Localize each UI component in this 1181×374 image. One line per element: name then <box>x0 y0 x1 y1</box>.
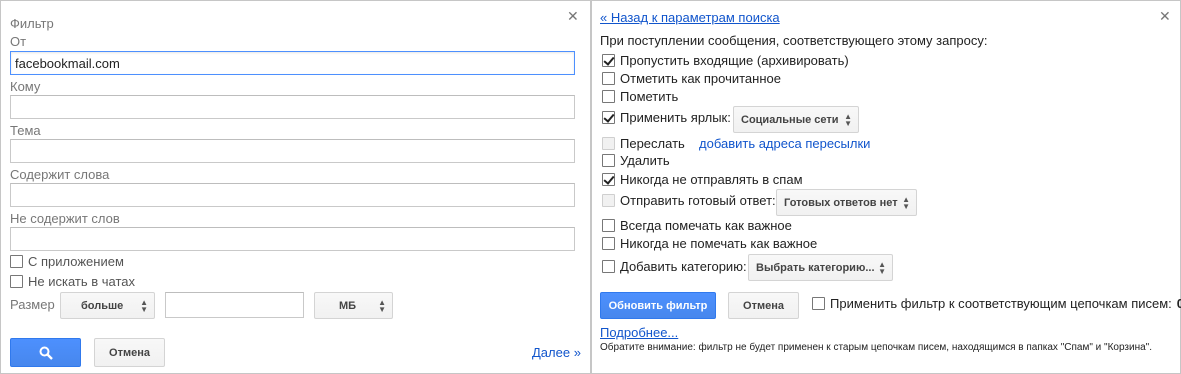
size-label: Размер <box>10 297 55 312</box>
star-checkbox[interactable] <box>602 90 615 103</box>
forward-label: Переслать <box>620 136 685 151</box>
has-words-field[interactable] <box>10 183 575 207</box>
close-icon[interactable]: ✕ <box>1159 9 1171 23</box>
canned-response-checkbox[interactable] <box>602 194 615 207</box>
select-arrows-icon: ▲ ▼ <box>378 298 386 314</box>
subject-field[interactable] <box>10 139 575 163</box>
apply-label-label: Применить ярлык: <box>620 110 731 125</box>
category-select[interactable]: Выбрать категорию... ▲ ▼ <box>748 254 893 281</box>
apply-to-threads-checkbox[interactable] <box>812 297 825 310</box>
select-arrows-icon: ▲ ▼ <box>140 298 148 314</box>
from-field[interactable] <box>10 51 575 75</box>
never-spam-label: Никогда не отправлять в спам <box>620 172 803 187</box>
to-field[interactable] <box>10 95 575 119</box>
never-important-label: Никогда не помечать как важное <box>620 236 818 251</box>
apply-label-option[interactable]: Применить ярлык: <box>602 110 731 125</box>
back-to-search-link[interactable]: « Назад к параметрам поиска <box>600 10 780 25</box>
canned-response-label: Отправить готовый ответ: <box>620 193 776 208</box>
size-unit-select[interactable]: МБ ▲ ▼ <box>314 292 393 319</box>
always-important-checkbox[interactable] <box>602 219 615 232</box>
size-unit-value: МБ <box>339 299 357 312</box>
no-chats-option[interactable]: Не искать в чатах <box>10 274 135 289</box>
add-category-option[interactable]: Добавить категорию: <box>602 259 747 274</box>
size-operator-value: больше <box>81 299 124 312</box>
no-chats-label: Не искать в чатах <box>28 274 136 289</box>
skip-inbox-checkbox[interactable] <box>602 54 615 67</box>
cancel-button[interactable]: Отмена <box>94 338 165 367</box>
has-words-label: Содержит слова <box>10 167 110 182</box>
delete-option[interactable]: Удалить <box>602 153 670 168</box>
filter-actions-panel: ✕ « Назад к параметрам поиска При поступ… <box>591 0 1181 374</box>
label-select[interactable]: Социальные сети ▲ ▼ <box>733 106 859 133</box>
add-forwarding-link[interactable]: добавить адреса пересылки <box>699 136 870 151</box>
size-operator-select[interactable]: больше ▲ ▼ <box>60 292 155 319</box>
search-icon <box>39 346 53 360</box>
forward-option[interactable]: Переслать <box>602 136 685 151</box>
always-important-option[interactable]: Всегда помечать как важное <box>602 218 792 233</box>
size-value-field[interactable] <box>165 292 304 318</box>
from-label: От <box>10 34 27 49</box>
skip-inbox-label: Пропустить входящие (архивировать) <box>620 53 849 68</box>
never-spam-option[interactable]: Никогда не отправлять в спам <box>602 172 803 187</box>
apply-label-checkbox[interactable] <box>602 111 615 124</box>
search-filter-panel: ✕ Фильтр От Кому Тема Содержит слова Не … <box>0 0 591 374</box>
delete-checkbox[interactable] <box>602 154 615 167</box>
has-attachment-checkbox[interactable] <box>10 255 23 268</box>
search-button[interactable] <box>10 338 81 367</box>
actions-heading: При поступлении сообщения, соответствующ… <box>600 33 988 48</box>
forward-checkbox[interactable] <box>602 137 615 150</box>
select-arrows-icon: ▲ ▼ <box>844 112 852 128</box>
star-option[interactable]: Пометить <box>602 89 678 104</box>
has-attachment-option[interactable]: С приложением <box>10 254 124 269</box>
apply-to-threads-option[interactable]: Применить фильтр к соответствующим цепоч… <box>812 296 1181 311</box>
to-label: Кому <box>10 79 41 94</box>
select-arrows-icon: ▲ ▼ <box>878 260 886 276</box>
label-select-value: Социальные сети <box>741 113 839 126</box>
filter-cancel-button[interactable]: Отмена <box>728 292 799 319</box>
close-icon[interactable]: ✕ <box>567 9 579 23</box>
no-words-label: Не содержит слов <box>10 211 120 226</box>
apply-to-threads-label: Применить фильтр к соответствующим цепоч… <box>830 296 1172 311</box>
panel-title: Фильтр <box>10 16 54 31</box>
update-filter-button[interactable]: Обновить фильтр <box>600 292 716 319</box>
star-label: Пометить <box>620 89 679 104</box>
always-important-label: Всегда помечать как важное <box>620 218 792 233</box>
category-select-value: Выбрать категорию... <box>756 261 875 274</box>
subject-label: Тема <box>10 123 41 138</box>
canned-response-select[interactable]: Готовых ответов нет ▲ ▼ <box>776 189 917 216</box>
thread-count: 0 <box>1176 296 1181 311</box>
add-category-checkbox[interactable] <box>602 260 615 273</box>
next-link[interactable]: Далее » <box>532 345 581 360</box>
never-spam-checkbox[interactable] <box>602 173 615 186</box>
learn-more-link[interactable]: Подробнее... <box>600 325 678 340</box>
mark-read-label: Отметить как прочитанное <box>620 71 781 86</box>
skip-inbox-option[interactable]: Пропустить входящие (архивировать) <box>602 53 849 68</box>
select-arrows-icon: ▲ ▼ <box>902 195 910 211</box>
delete-label: Удалить <box>620 153 670 168</box>
mark-read-option[interactable]: Отметить как прочитанное <box>602 71 781 86</box>
add-category-label: Добавить категорию: <box>620 259 747 274</box>
no-words-field[interactable] <box>10 227 575 251</box>
footnote: Обратите внимание: фильтр не будет приме… <box>600 342 1152 353</box>
never-important-option[interactable]: Никогда не помечать как важное <box>602 236 817 251</box>
no-chats-checkbox[interactable] <box>10 275 23 288</box>
mark-read-checkbox[interactable] <box>602 72 615 85</box>
canned-response-value: Готовых ответов нет <box>784 196 898 209</box>
canned-response-option[interactable]: Отправить готовый ответ: <box>602 193 776 208</box>
has-attachment-label: С приложением <box>28 254 124 269</box>
never-important-checkbox[interactable] <box>602 237 615 250</box>
